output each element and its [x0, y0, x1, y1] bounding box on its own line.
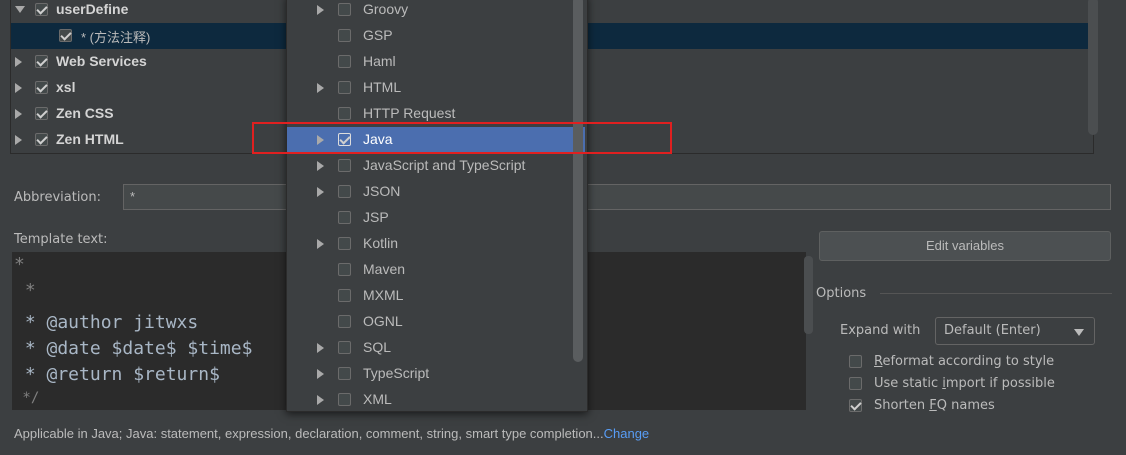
tree-item-label: Zen CSS	[56, 105, 114, 121]
context-item-label: OGNL	[363, 313, 403, 329]
checkbox[interactable]	[338, 393, 351, 406]
checkbox[interactable]	[338, 185, 351, 198]
context-item-label: GSP	[363, 27, 393, 43]
chevron-right-icon[interactable]	[15, 135, 22, 145]
checkbox[interactable]	[338, 81, 351, 94]
checkbox[interactable]	[338, 3, 351, 16]
context-item-label: JSP	[363, 209, 389, 225]
chevron-right-icon[interactable]	[15, 83, 22, 93]
tree-scrollbar[interactable]	[1088, 0, 1098, 135]
checkbox[interactable]	[338, 237, 351, 250]
checkbox[interactable]	[35, 55, 48, 68]
checkbox[interactable]	[338, 29, 351, 42]
checkbox[interactable]	[35, 3, 48, 16]
code-line: * @date $date$ $time$	[14, 338, 253, 359]
chevron-right-icon[interactable]	[317, 395, 324, 405]
context-item-label: JavaScript and TypeScript	[363, 157, 526, 173]
code-line: */	[14, 390, 40, 406]
context-item-label: XML	[363, 391, 392, 407]
checkbox[interactable]	[338, 341, 351, 354]
checkbox[interactable]	[338, 159, 351, 172]
context-item-groovy[interactable]: Groovy	[287, 0, 585, 23]
code-line: * @author jitwxs	[14, 312, 199, 333]
edit-variables-button[interactable]: Edit variables	[819, 231, 1111, 261]
context-item-maven[interactable]: Maven	[287, 257, 585, 283]
context-item-label: HTTP Request	[363, 105, 456, 121]
change-link[interactable]: Change	[604, 426, 650, 441]
context-item-label: Haml	[363, 53, 396, 69]
chevron-right-icon[interactable]	[317, 187, 324, 197]
chevron-right-icon[interactable]	[317, 5, 324, 15]
expand-with-label: Expand with	[840, 323, 921, 338]
checkbox[interactable]	[338, 107, 351, 120]
reformat-checkbox[interactable]	[849, 355, 862, 368]
tree-item-label: Zen HTML	[56, 131, 124, 147]
chevron-right-icon[interactable]	[317, 239, 324, 249]
context-item-xml[interactable]: XML	[287, 387, 585, 411]
static-import-checkbox[interactable]	[849, 377, 862, 390]
chevron-right-icon[interactable]	[317, 161, 324, 171]
context-item-label: TypeScript	[363, 365, 430, 381]
chevron-right-icon[interactable]	[317, 369, 324, 379]
shorten-fq-label: Shorten FQ names	[874, 398, 995, 413]
context-item-json[interactable]: JSON	[287, 179, 585, 205]
checkbox[interactable]	[35, 107, 48, 120]
checkbox[interactable]	[338, 211, 351, 224]
applicable-contexts: Applicable in Java; Java: statement, exp…	[14, 426, 649, 441]
code-line: *	[14, 280, 36, 301]
context-item-html[interactable]: HTML	[287, 75, 585, 101]
context-popup-list[interactable]: Groovy GSP Haml HTML HTTP Request Java J…	[286, 0, 588, 412]
context-item-label: MXML	[363, 287, 404, 303]
context-item-kotlin[interactable]: Kotlin	[287, 231, 585, 257]
checkbox[interactable]	[338, 55, 351, 68]
context-item-typescript[interactable]: TypeScript	[287, 361, 585, 387]
checkbox[interactable]	[35, 81, 48, 94]
code-line: *	[14, 254, 25, 275]
context-item-jsp[interactable]: JSP	[287, 205, 585, 231]
editor-scrollbar[interactable]	[804, 256, 813, 334]
context-item-label: Maven	[363, 261, 406, 277]
checkbox[interactable]	[35, 133, 48, 146]
chevron-right-icon[interactable]	[15, 57, 22, 67]
context-item-mxml[interactable]: MXML	[287, 283, 585, 309]
chevron-right-icon[interactable]	[317, 343, 324, 353]
chevron-right-icon[interactable]	[15, 109, 22, 119]
context-item-label: Groovy	[363, 1, 409, 17]
context-item-sql[interactable]: SQL	[287, 335, 585, 361]
tree-item-label: Web Services	[56, 53, 147, 69]
shorten-fq-checkbox[interactable]	[849, 399, 862, 412]
applicable-text: Applicable in Java; Java: statement, exp…	[14, 426, 604, 441]
template-text-label: Template text:	[14, 232, 108, 247]
code-line: * @return $return$	[14, 364, 220, 385]
checkbox[interactable]	[338, 263, 351, 276]
reformat-label: Reformat according to style	[874, 354, 1055, 369]
tree-item-label: * (方法注释)	[81, 30, 151, 45]
abbreviation-label: Abbreviation:	[14, 190, 102, 205]
context-item-label: HTML	[363, 79, 402, 95]
context-item-haml[interactable]: Haml	[287, 49, 585, 75]
chevron-right-icon[interactable]	[317, 83, 324, 93]
options-divider	[880, 293, 1112, 294]
tree-item-label: userDefine	[56, 1, 129, 17]
context-item-label: SQL	[363, 339, 392, 355]
context-item-gsp[interactable]: GSP	[287, 23, 585, 49]
checkbox[interactable]	[338, 315, 351, 328]
context-item-label: JSON	[363, 183, 401, 199]
context-item-label: Kotlin	[363, 235, 399, 251]
highlight-box	[252, 122, 672, 154]
expand-with-select[interactable]: Default (Enter)	[935, 317, 1095, 345]
checkbox[interactable]	[338, 289, 351, 302]
static-import-label: Use static import if possible	[874, 376, 1055, 391]
context-item-ognl[interactable]: OGNL	[287, 309, 585, 335]
chevron-down-icon[interactable]	[15, 6, 25, 13]
context-item-javascript-typescript[interactable]: JavaScript and TypeScript	[287, 153, 585, 179]
options-title: Options	[816, 286, 867, 301]
checkbox[interactable]	[338, 367, 351, 380]
checkbox[interactable]	[59, 29, 72, 42]
abbreviation-input[interactable]: *	[123, 184, 1111, 210]
popup-scrollbar[interactable]	[573, 0, 583, 362]
dropdown-arrow-icon[interactable]	[1074, 329, 1084, 336]
tree-item-label: xsl	[56, 79, 76, 95]
